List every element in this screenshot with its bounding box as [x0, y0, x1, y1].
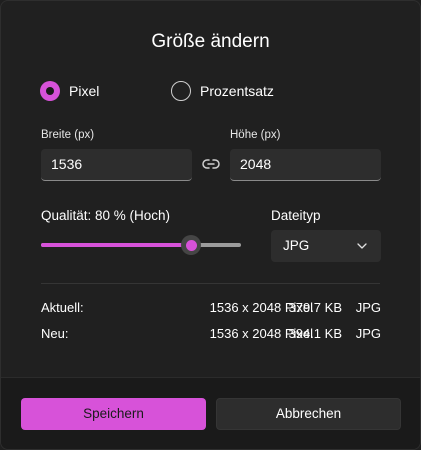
info-new-format: JPG [355, 326, 381, 341]
quality-slider[interactable] [41, 235, 241, 255]
info-row-current: Aktuell: 1536 x 2048 Pixel 379.7 KB JPG [41, 300, 381, 318]
divider [41, 283, 380, 284]
cancel-button[interactable]: Abbrechen [216, 398, 401, 430]
quality-slider-thumb[interactable] [181, 235, 201, 255]
info-row-new: Neu: 1536 x 2048 Pixel 394.1 KB JPG [41, 326, 381, 344]
radio-percentage-indicator[interactable] [171, 81, 191, 101]
link-icon[interactable] [202, 157, 220, 171]
filetype-label: Dateityp [271, 208, 321, 223]
filetype-select[interactable]: JPG [271, 230, 381, 262]
quality-label: Qualität: 80 % (Hoch) [41, 208, 171, 223]
radio-percentage[interactable]: Prozentsatz [171, 81, 274, 101]
info-current-format: JPG [355, 300, 381, 315]
chevron-down-icon [357, 243, 367, 249]
info-current-size: 379.7 KB [288, 300, 343, 315]
radio-pixel-label[interactable]: Pixel [69, 83, 99, 99]
height-input[interactable]: 2048 [230, 149, 381, 181]
radio-percentage-label[interactable]: Prozentsatz [200, 83, 274, 99]
width-input[interactable]: 1536 [41, 149, 192, 181]
info-new-size: 394.1 KB [288, 326, 343, 341]
radio-pixel[interactable]: Pixel [40, 81, 99, 101]
radio-pixel-indicator[interactable] [40, 81, 60, 101]
quality-slider-fill [41, 243, 191, 247]
info-current-label: Aktuell: [41, 300, 84, 315]
info-new-label: Neu: [41, 326, 69, 341]
width-label: Breite (px) [41, 129, 95, 141]
filetype-selected: JPG [283, 238, 310, 253]
save-button[interactable]: Speichern [21, 398, 206, 430]
dialog-footer: Speichern Abbrechen [1, 377, 420, 449]
dialog-title: Größe ändern [151, 31, 270, 52]
resize-dialog: Größe ändern Pixel Prozentsatz Breite (p… [0, 0, 421, 450]
height-label: Höhe (px) [230, 129, 281, 141]
